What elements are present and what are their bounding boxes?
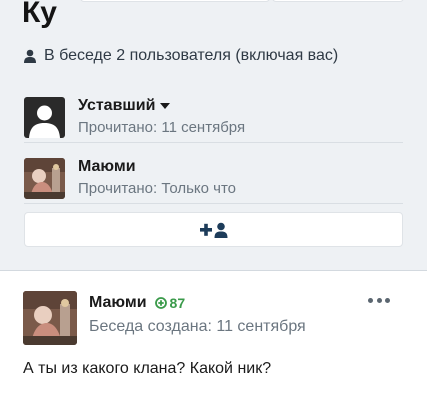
message-text: А ты из какого клана? Какой ник?: [23, 360, 272, 377]
reputation-badge: 87: [154, 293, 186, 313]
more-dots-icon[interactable]: [368, 295, 390, 305]
plus-circle-icon: [154, 297, 167, 309]
caret-down-icon[interactable]: [160, 103, 171, 109]
participants-summary: В беседе 2 пользователя (включая вас): [24, 46, 338, 66]
conversation-title: Ку: [22, 0, 57, 29]
member-row: Маюми Прочитано: Только что: [24, 150, 403, 206]
member-row: Уставший Прочитано: 11 сентября: [24, 89, 403, 145]
member-read-status: Прочитано: 11 сентября: [78, 119, 246, 136]
message-author[interactable]: Маюми: [89, 293, 147, 313]
member-read-status: Прочитано: Только что: [78, 180, 237, 197]
member-name[interactable]: Маюми: [78, 157, 236, 177]
message-meta: Беседа создана: 11 сентября: [89, 318, 306, 335]
divider: [24, 142, 403, 143]
top-toolbar-button[interactable]: [80, 0, 270, 2]
avatar[interactable]: [24, 157, 65, 199]
reputation-count: 87: [169, 295, 186, 311]
avatar[interactable]: [24, 96, 65, 138]
add-user-icon: [199, 222, 227, 238]
invite-participants-button[interactable]: [24, 212, 403, 247]
member-name[interactable]: Уставший: [78, 96, 245, 116]
top-toolbar-button[interactable]: [272, 0, 404, 2]
message: Маюми 87 Беседа создана: 11 сентября А т…: [0, 270, 427, 400]
participants-text: В беседе 2 пользователя (включая вас): [44, 47, 339, 64]
user-icon: [24, 49, 36, 63]
conversation-info-panel: Ку В беседе 2 пользователя (включая вас)…: [0, 0, 427, 270]
divider: [24, 203, 403, 204]
avatar[interactable]: [23, 291, 77, 345]
